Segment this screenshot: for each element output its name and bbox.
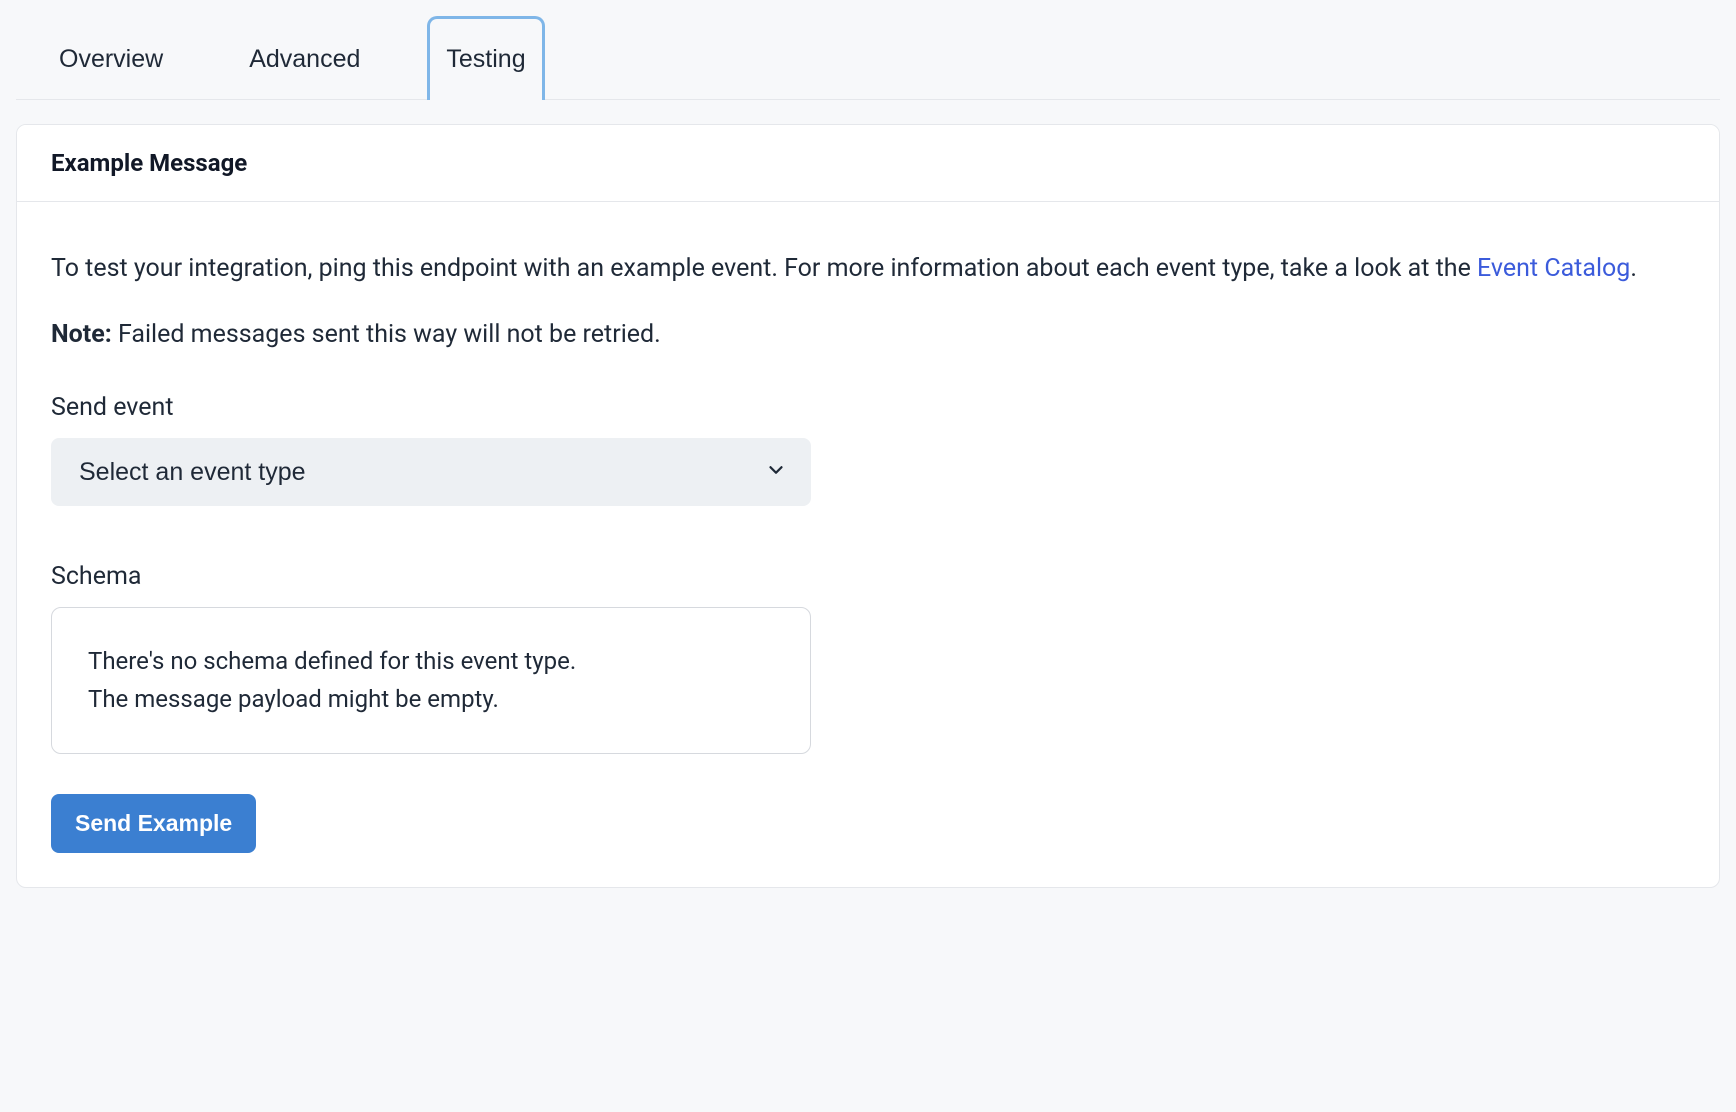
tab-testing[interactable]: Testing — [427, 16, 544, 100]
schema-line-2: The message payload might be empty. — [88, 680, 774, 718]
tab-advanced[interactable]: Advanced — [230, 16, 379, 100]
tab-bar: Overview Advanced Testing — [16, 16, 1720, 100]
description-prefix: To test your integration, ping this endp… — [51, 254, 1477, 283]
send-example-button[interactable]: Send Example — [51, 794, 256, 853]
schema-box: There's no schema defined for this event… — [51, 607, 811, 754]
note-body: Failed messages sent this way will not b… — [112, 320, 661, 349]
note-label: Note: — [51, 320, 112, 349]
card-title: Example Message — [17, 125, 1719, 202]
schema-line-1: There's no schema defined for this event… — [88, 642, 774, 680]
schema-label: Schema — [51, 562, 1685, 591]
example-message-card: Example Message To test your integration… — [16, 124, 1720, 888]
description-text: To test your integration, ping this endp… — [51, 250, 1685, 288]
note-text: Note: Failed messages sent this way will… — [51, 316, 1685, 354]
tab-overview[interactable]: Overview — [40, 16, 182, 100]
description-suffix: . — [1630, 254, 1637, 283]
event-catalog-link[interactable]: Event Catalog — [1477, 254, 1630, 283]
card-body: To test your integration, ping this endp… — [17, 202, 1719, 887]
event-type-select[interactable]: Select an event type — [51, 438, 811, 506]
send-event-label: Send event — [51, 393, 1685, 422]
event-type-select-wrap: Select an event type — [51, 438, 811, 506]
